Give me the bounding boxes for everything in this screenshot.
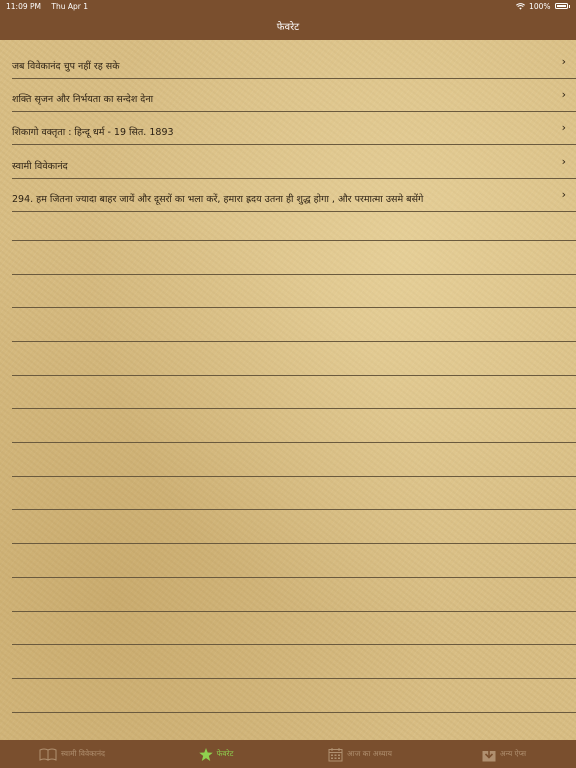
chevron-right-icon: › [561,55,566,68]
download-icon [482,746,496,761]
list-item-label: शक्ति सृजन और निर्भयता का सन्देश देना [12,94,154,105]
chevron-right-icon: › [561,188,566,201]
list-item-label: शिकागो वक्तृता : हिन्दू धर्म - 19 सित. 1… [12,127,174,138]
list-item[interactable]: स्वामी विवेकानंद › [12,146,576,179]
empty-row [12,646,576,679]
tab-label: फेवरेट [216,749,234,758]
empty-row [12,275,576,308]
empty-row [12,444,576,477]
tab-other-apps[interactable]: अन्य ऐप्स [432,746,576,762]
tab-label: स्वामी विवेकानंद [61,749,105,758]
list-item[interactable]: शिकागो वक्तृता : हिन्दू धर्म - 19 सित. 1… [12,112,576,145]
calendar-icon [328,747,343,761]
page-title: फेवरेट [276,22,300,33]
list-item-label: 294. हम जितना ज्यादा बाहर जायें और दूसरो… [12,194,424,205]
tab-label: अन्य ऐप्स [499,749,527,758]
status-time: 11:09 PM [6,1,41,11]
empty-row [12,309,576,342]
chevron-right-icon: › [561,155,566,168]
favorites-list: जब विवेकानंद चुप नहीं रह सके › शक्ति सृज… [0,40,576,740]
empty-row [12,579,576,612]
list-item-label: जब विवेकानंद चुप नहीं रह सके [12,61,120,72]
status-bar: 11:09 PM Thu Apr 1 100% [0,0,576,12]
battery-percent: 100% [529,1,551,11]
book-icon [39,748,57,761]
tab-swami-vivekanand[interactable]: स्वामी विवेकानंद [0,748,144,761]
battery-icon [554,3,568,9]
tab-bar: स्वामी विवेकानंद फेवरेट आज का अध्याय अन्… [0,740,576,768]
tab-todays-chapter[interactable]: आज का अध्याय [288,747,432,762]
empty-row [12,376,576,409]
tab-label: आज का अध्याय [347,749,392,758]
empty-row [12,208,576,241]
empty-row [12,343,576,376]
status-date: Thu Apr 1 [51,1,88,11]
star-icon [198,747,213,761]
empty-row [12,680,576,713]
empty-row [12,612,576,645]
empty-row [12,242,576,275]
chevron-right-icon: › [561,121,566,134]
nav-bar: फेवरेट [0,12,576,40]
wifi-icon [516,2,526,10]
empty-row [12,545,576,578]
list-item[interactable]: शक्ति सृजन और निर्भयता का सन्देश देना › [12,79,576,112]
tab-favorites[interactable]: फेवरेट [144,747,288,761]
empty-row [12,477,576,510]
empty-row [12,511,576,544]
list-item[interactable]: जब विवेकानंद चुप नहीं रह सके › [12,46,576,79]
empty-row [12,410,576,443]
list-item-label: स्वामी विवेकानंद [12,161,68,172]
chevron-right-icon: › [561,88,566,101]
